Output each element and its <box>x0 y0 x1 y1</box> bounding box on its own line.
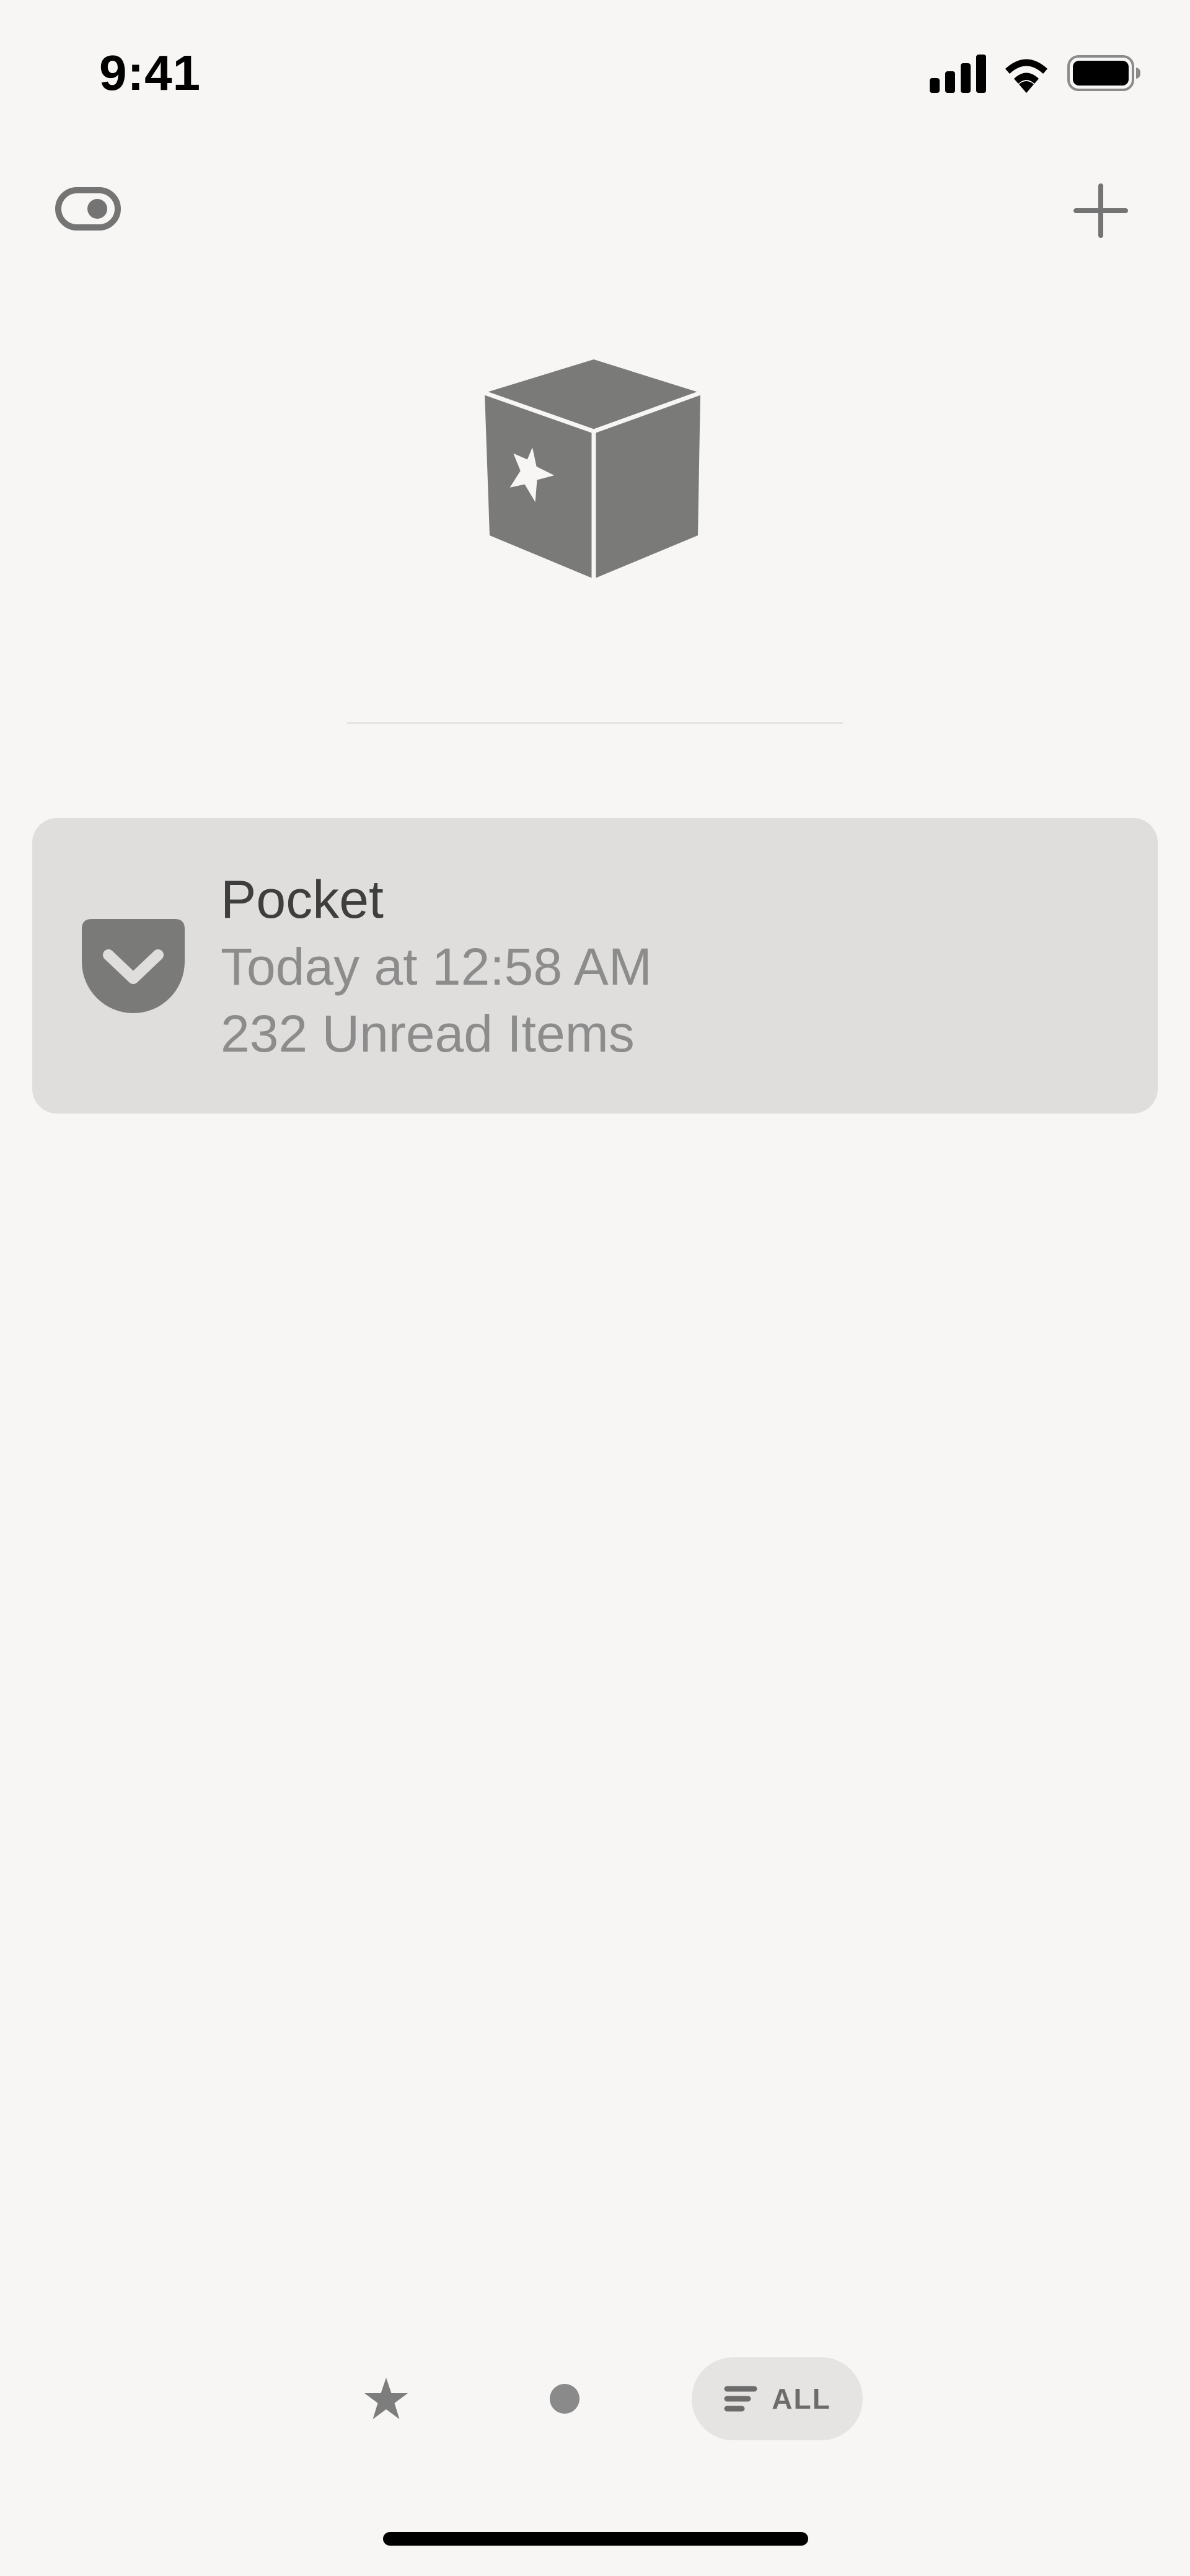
status-time: 9:41 <box>99 45 201 100</box>
star-icon <box>364 2378 408 2419</box>
account-updated-time: Today at 12:58 AM <box>221 938 652 996</box>
unread-dot-icon <box>550 2384 580 2414</box>
account-name: Pocket <box>221 870 384 930</box>
list-icon <box>724 2386 757 2412</box>
cellular-signal-icon <box>930 55 986 93</box>
battery-icon <box>1067 55 1140 91</box>
toggle-icon[interactable] <box>55 183 121 234</box>
home-indicator <box>383 2532 808 2546</box>
filter-starred-button[interactable] <box>358 2371 414 2427</box>
add-icon[interactable] <box>1070 180 1132 242</box>
account-unread-count: 232 Unread Items <box>221 1004 635 1063</box>
pocket-icon <box>82 919 185 1013</box>
filter-unread-button[interactable] <box>537 2371 593 2427</box>
filter-all-label: ALL <box>772 2383 831 2415</box>
account-card-pocket[interactable]: Pocket Today at 12:58 AM 232 Unread Item… <box>32 818 1158 1114</box>
filter-all-button[interactable]: ALL <box>692 2357 863 2440</box>
wifi-icon <box>1005 59 1047 93</box>
divider <box>347 722 843 724</box>
cube-star-icon <box>483 359 702 579</box>
